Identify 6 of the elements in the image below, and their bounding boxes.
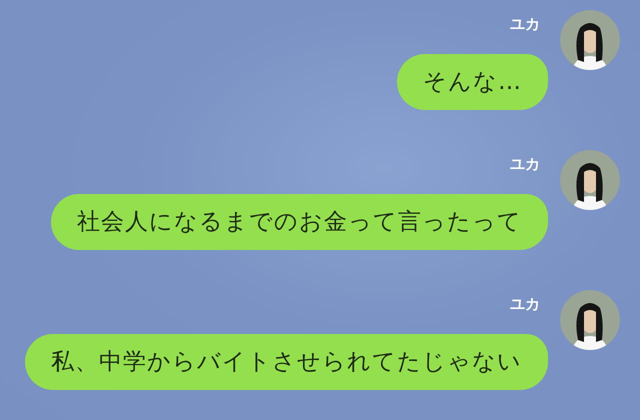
message-bubble: 社会人になるまでのお金って言ったって: [51, 194, 548, 250]
sender-name: ユカ: [510, 14, 540, 34]
message-bubble: 私、中学からバイトさせられてたじゃない: [25, 334, 548, 390]
sender-name: ユカ: [510, 294, 540, 314]
message-bubble: そんな…: [397, 54, 548, 110]
sender-name: ユカ: [510, 154, 540, 174]
